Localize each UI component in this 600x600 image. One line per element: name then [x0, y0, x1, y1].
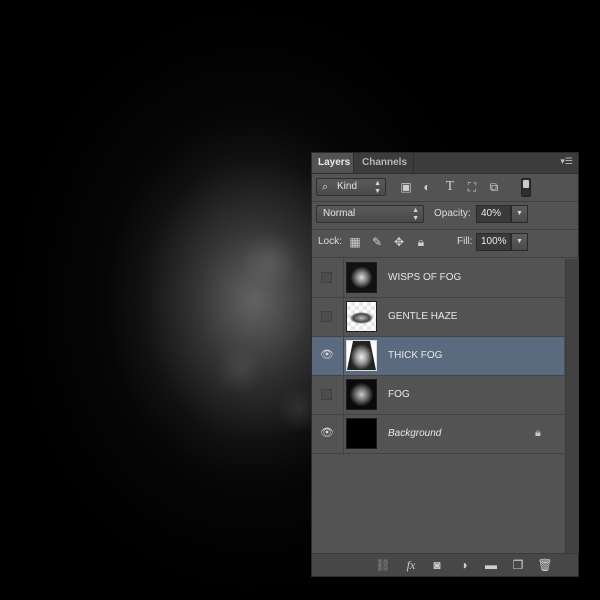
fill-dropdown-button[interactable]: ▼ [511, 233, 528, 251]
smart-object-filter-icon[interactable]: ⧉ [486, 179, 502, 195]
adjustment-filter-icon[interactable]: ◐ [419, 179, 435, 195]
fill-label: Fill: [457, 236, 473, 247]
blend-row: Normal ▲ ▼ Opacity: 40% ▼ [316, 204, 574, 226]
visibility-empty-box [321, 272, 332, 283]
blend-mode-select[interactable]: Normal ▲ ▼ [316, 205, 424, 223]
divider [312, 201, 578, 202]
layer-thumbnail [346, 340, 377, 371]
link-layers-icon[interactable]: ⛓ [374, 557, 392, 573]
layer-thumbnail [346, 301, 377, 332]
shape-filter-icon[interactable]: ⛶ [464, 179, 480, 195]
filter-row: ⌕ Kind ▲ ▼ ▣ ◐ T ⛶ ⧉ [316, 176, 574, 198]
layer-thumbnail [346, 418, 377, 449]
visibility-toggle[interactable]: 👁︎ [312, 337, 344, 375]
filter-kind-label: Kind [337, 181, 358, 192]
new-group-icon[interactable]: ▬ [482, 557, 500, 573]
lock-transparency-icon[interactable]: ▦ [348, 234, 362, 250]
eye-icon: 👁︎ [320, 349, 334, 361]
search-icon: ⌕ [322, 181, 329, 193]
lock-image-pixels-icon[interactable]: ✎ [370, 234, 384, 250]
opacity-label: Opacity: [434, 208, 471, 219]
layer-thumbnail [346, 262, 377, 293]
lock-position-icon[interactable]: ✥ [392, 234, 406, 250]
divider [312, 257, 578, 258]
filter-kind-select[interactable]: ⌕ Kind ▲ ▼ [316, 178, 386, 196]
fx-icon[interactable]: fx [402, 557, 420, 573]
tab-layers[interactable]: Layers [312, 153, 354, 173]
opacity-dropdown-button[interactable]: ▼ [511, 205, 528, 223]
type-filter-icon[interactable]: T [442, 179, 458, 195]
layer-name[interactable]: FOG [388, 389, 410, 400]
new-adjustment-layer-icon[interactable]: ◑ [455, 557, 473, 573]
visibility-toggle[interactable]: 👁︎ [312, 415, 344, 453]
tab-channels[interactable]: Channels [356, 153, 414, 173]
layer-row-wisps-of-fog[interactable]: WISPS OF FOG [312, 259, 564, 298]
visibility-empty-box [321, 389, 332, 400]
visibility-toggle[interactable] [312, 259, 344, 297]
visibility-empty-box [321, 311, 332, 322]
filter-toggle-switch[interactable] [521, 178, 531, 197]
layer-name[interactable]: Background [388, 428, 441, 439]
lock-all-icon[interactable]: 🔒︎ [414, 234, 428, 250]
lock-icon: 🔒︎ [535, 427, 541, 439]
layer-thumbnail [346, 379, 377, 410]
layer-row-gentle-haze[interactable]: GENTLE HAZE [312, 298, 564, 337]
new-layer-icon[interactable]: ❐ [509, 557, 527, 573]
opacity-input[interactable]: 40% [476, 205, 511, 223]
divider [312, 229, 578, 230]
layer-row-background[interactable]: 👁︎ Background 🔒︎ [312, 415, 564, 454]
delete-layer-icon[interactable]: 🗑︎ [536, 557, 554, 573]
chevron-updown-icon: ▲ ▼ [412, 207, 419, 222]
layer-name[interactable]: GENTLE HAZE [388, 311, 457, 322]
layer-name[interactable]: THICK FOG [388, 350, 442, 361]
chevron-updown-icon: ▲ ▼ [374, 180, 381, 195]
layer-row-fog[interactable]: FOG [312, 376, 564, 415]
layer-row-thick-fog[interactable]: 👁︎ THICK FOG [312, 337, 564, 376]
pixel-filter-icon[interactable]: ▣ [398, 179, 414, 195]
layer-name[interactable]: WISPS OF FOG [388, 272, 461, 283]
layers-scrollbar[interactable] [565, 259, 579, 553]
eye-icon: 👁︎ [320, 427, 334, 439]
panel-bottom-bar: ⛓ fx ◙ ◑ ▬ ❐ 🗑︎ [312, 553, 578, 576]
visibility-toggle[interactable] [312, 298, 344, 336]
blend-mode-value: Normal [323, 208, 356, 219]
layers-panel: Layers Channels ▾☰ ⌕ Kind ▲ ▼ ▣ ◐ T ⛶ ⧉ N… [311, 152, 579, 577]
add-mask-icon[interactable]: ◙ [428, 557, 446, 573]
visibility-toggle[interactable] [312, 376, 344, 414]
lock-row: Lock: ▦ ✎ ✥ 🔒︎ Fill: 100% ▼ [316, 232, 574, 254]
layers-list: WISPS OF FOG GENTLE HAZE 👁︎ THICK FOG FO… [312, 259, 564, 553]
panel-tab-bar: Layers Channels ▾☰ [312, 153, 578, 174]
panel-menu-icon[interactable]: ▾☰ [560, 156, 573, 167]
fill-input[interactable]: 100% [476, 233, 511, 251]
lock-label: Lock: [318, 236, 342, 247]
